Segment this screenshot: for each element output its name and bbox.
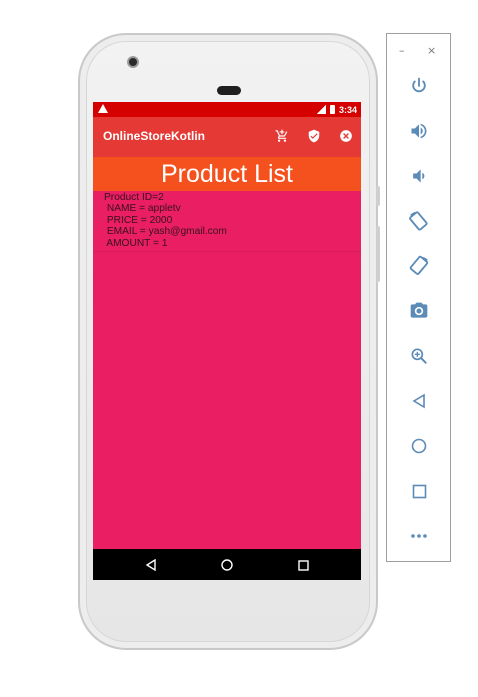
navigation-bar <box>93 549 361 580</box>
volume-down-icon[interactable] <box>405 162 433 190</box>
power-icon[interactable] <box>405 72 433 100</box>
device-screen: 3:34 OnlineStoreKotlin Product List Prod… <box>93 102 361 580</box>
verified-shield-icon[interactable] <box>305 127 323 145</box>
earpiece-speaker <box>217 86 241 95</box>
home-icon[interactable] <box>219 557 235 573</box>
app-toolbar: OnlineStoreKotlin <box>93 117 361 157</box>
close-button[interactable]: × <box>427 44 436 57</box>
product-price: PRICE = 2000 <box>104 214 173 226</box>
minimize-button[interactable]: – <box>399 44 405 57</box>
zoom-icon[interactable] <box>405 342 433 370</box>
back-icon[interactable] <box>143 557 159 573</box>
rotate-left-icon[interactable] <box>405 207 433 235</box>
cart-add-icon[interactable] <box>273 127 291 145</box>
warning-icon <box>98 104 108 113</box>
product-amount: AMOUNT = 1 <box>104 237 168 249</box>
back-icon[interactable] <box>405 387 433 415</box>
signal-icon <box>315 105 326 114</box>
volume-up-icon[interactable] <box>405 117 433 145</box>
emulator-toolbar: – × <box>386 33 451 562</box>
status-time: 3:34 <box>338 104 357 115</box>
rotate-right-icon[interactable] <box>405 252 433 280</box>
product-list: Product ID=2 NAME = appletv PRICE = 2000… <box>93 191 361 253</box>
product-id: Product ID=2 <box>104 192 164 203</box>
camera-icon[interactable] <box>405 297 433 325</box>
status-indicators: 3:34 <box>315 103 357 116</box>
home-icon[interactable] <box>405 432 433 460</box>
close-circle-icon[interactable] <box>337 127 355 145</box>
page-heading: Product List <box>93 157 361 191</box>
volume-side-button <box>376 226 380 282</box>
overview-icon[interactable] <box>405 477 433 505</box>
list-item[interactable]: Product ID=2 NAME = appletv PRICE = 2000… <box>93 191 361 253</box>
product-email: EMAIL = yash@gmail.com <box>104 226 227 238</box>
front-camera <box>127 56 139 68</box>
power-side-button <box>376 186 380 206</box>
more-icon[interactable] <box>405 522 433 550</box>
product-name: NAME = appletv <box>104 203 181 215</box>
recents-icon[interactable] <box>295 557 311 573</box>
app-title: OnlineStoreKotlin <box>103 129 205 143</box>
battery-icon <box>329 105 335 114</box>
status-bar: 3:34 <box>93 102 361 117</box>
